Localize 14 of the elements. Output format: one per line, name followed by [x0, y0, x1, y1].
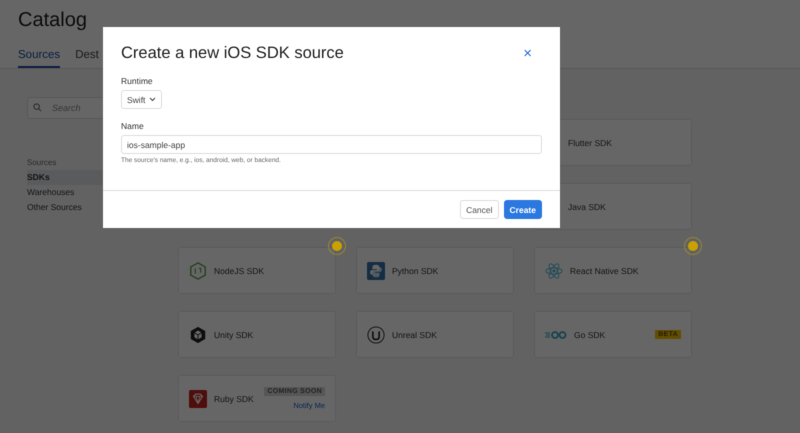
field-label: Name — [121, 121, 145, 131]
page-title: Catalog — [18, 8, 88, 33]
sdk-name: Ruby SDK — [214, 394, 255, 404]
sdk-name: Go SDK — [574, 330, 606, 340]
sdk-name: Unreal SDK — [392, 330, 438, 340]
sdk-name: Java SDK — [568, 202, 607, 212]
sdk-name: Python SDK — [392, 266, 440, 276]
dialog-title: Create a new iOS SDK source — [121, 44, 344, 63]
sdk-name: NodeJS SDK — [214, 266, 266, 276]
sdk-name: Flutter SDK — [568, 138, 613, 148]
sdk-name: Unity SDK — [214, 330, 254, 340]
sdk-name: React Native SDK — [570, 266, 640, 276]
field-label: Runtime — [121, 76, 154, 86]
section-heading: Sources — [27, 157, 56, 169]
